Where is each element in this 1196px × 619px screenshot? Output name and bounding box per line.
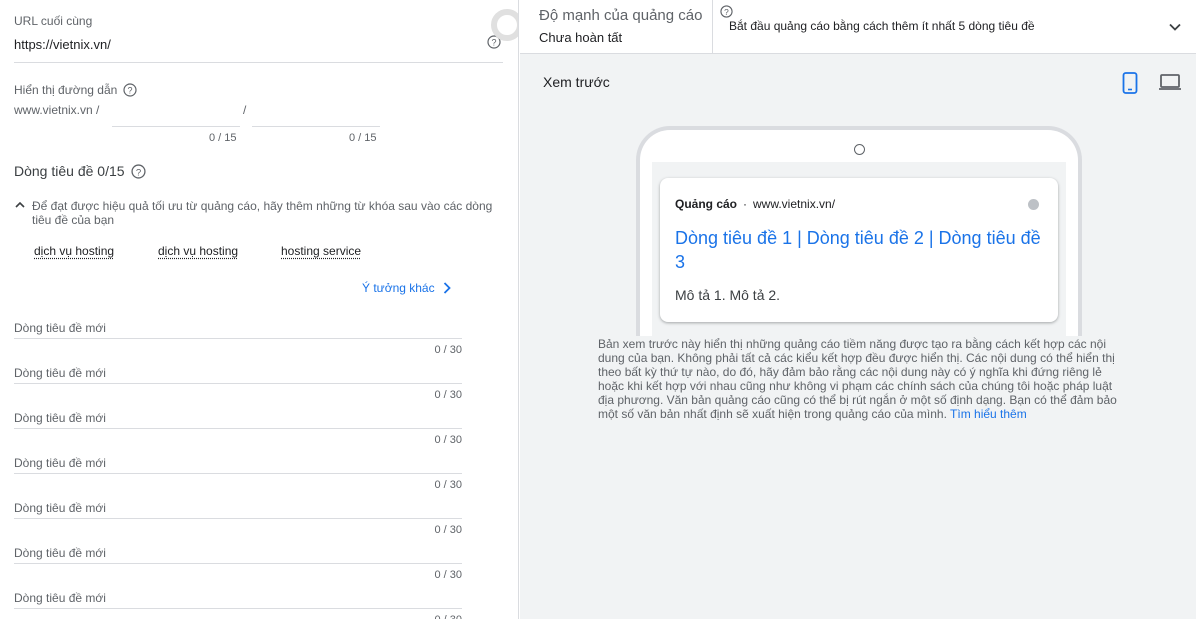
headline-char-count: 0 / 30 (434, 524, 462, 536)
keyword-suggestion[interactable]: dịch vụ hosting (34, 244, 114, 258)
keyword-tip: Để đạt được hiệu quả tối ưu từ quảng cáo… (14, 199, 494, 227)
headline-field: 0 / 30 (14, 542, 462, 587)
headline-input[interactable] (14, 317, 462, 339)
divider (712, 0, 713, 54)
path1-input[interactable] (112, 126, 240, 127)
disclaimer-text: Bản xem trước này hiển thị những quảng c… (598, 337, 1117, 421)
display-path-label: Hiển thị đường dẫn ? (14, 83, 137, 97)
path2-input[interactable] (252, 126, 380, 127)
headline-char-count: 0 / 30 (434, 479, 462, 491)
chevron-right-icon (443, 282, 451, 294)
svg-text:?: ? (491, 38, 496, 48)
ad-description: Mô tả 1. Mô tả 2. (675, 287, 781, 303)
info-dot-icon (1028, 199, 1039, 210)
headline-field: 0 / 30 (14, 362, 462, 407)
headline-char-count: 0 / 30 (434, 569, 462, 581)
preview-disclaimer: Bản xem trước này hiển thị những quảng c… (598, 337, 1118, 421)
headline-char-count: 0 / 30 (434, 344, 462, 356)
headline-field: 0 / 30 (14, 317, 462, 362)
loading-spinner (491, 9, 518, 41)
headline-char-count: 0 / 30 (434, 389, 462, 401)
headline-char-count: 0 / 30 (434, 434, 462, 446)
help-icon[interactable]: ? (123, 83, 137, 97)
ad-preview-card: Quảng cáo · www.vietnix.vn/ Dòng tiêu đề… (660, 178, 1058, 322)
chevron-down-icon[interactable] (1165, 17, 1185, 42)
mobile-icon[interactable] (1122, 72, 1138, 99)
display-path-separator: / (243, 103, 247, 117)
final-url-underline (14, 62, 503, 63)
ad-strength-bar: Độ mạnh của quảng cáo Chưa hoàn tất ? Bắ… (520, 0, 1196, 54)
headline-input[interactable] (14, 542, 462, 564)
more-ideas-link[interactable]: Ý tưởng khác (362, 281, 451, 295)
display-path-base: www.vietnix.vn / (14, 103, 100, 117)
svg-text:?: ? (135, 167, 140, 178)
path2-char-count: 0 / 15 (349, 132, 377, 144)
laptop-icon[interactable] (1158, 72, 1182, 97)
final-url-label: URL cuối cùng (14, 14, 93, 28)
svg-text:?: ? (724, 7, 729, 17)
ad-headline: Dòng tiêu đề 1 | Dòng tiêu đề 2 | Dòng t… (675, 228, 1041, 272)
display-path-label-text: Hiển thị đường dẫn (14, 83, 118, 97)
headline-field: 0 / 30 (14, 452, 462, 497)
ad-badge: Quảng cáo (675, 197, 738, 211)
headline-input[interactable] (14, 407, 462, 429)
headline-input[interactable] (14, 452, 462, 474)
preview-title: Xem trước (543, 74, 610, 90)
svg-text:?: ? (128, 86, 133, 96)
learn-more-link[interactable]: Tìm hiểu thêm (950, 407, 1027, 421)
ad-strength-status: Chưa hoàn tất (539, 30, 623, 45)
headline-input[interactable] (14, 587, 462, 609)
phone-screen: Quảng cáo · www.vietnix.vn/ Dòng tiêu đề… (652, 162, 1066, 336)
ad-editor-panel: URL cuối cùng https://vietnix.vn/ ? Hiển… (0, 0, 519, 619)
phone-frame: Quảng cáo · www.vietnix.vn/ Dòng tiêu đề… (636, 126, 1082, 336)
ad-strength-message: Bắt đầu quảng cáo bằng cách thêm ít nhất… (729, 19, 1035, 33)
chevron-up-icon[interactable] (14, 199, 26, 227)
headlines-title-text: Dòng tiêu đề 0/15 (14, 163, 125, 179)
final-url-input[interactable]: https://vietnix.vn/ (14, 37, 111, 52)
help-icon[interactable]: ? (130, 163, 146, 179)
path1-char-count: 0 / 15 (209, 132, 237, 144)
headline-field: 0 / 30 (14, 497, 462, 542)
headline-input[interactable] (14, 362, 462, 384)
ad-meta: Quảng cáo · www.vietnix.vn/ (675, 197, 835, 211)
keyword-suggestion[interactable]: hosting service (281, 244, 361, 258)
headline-char-count: 0 / 30 (434, 614, 462, 619)
ad-display-url: www.vietnix.vn/ (753, 197, 836, 211)
preview-panel: Độ mạnh của quảng cáo Chưa hoàn tất ? Bắ… (520, 0, 1196, 619)
headlines-section-title: Dòng tiêu đề 0/15 ? (14, 163, 146, 179)
headline-field: 0 / 30 (14, 587, 462, 619)
keyword-tip-text: Để đạt được hiệu quả tối ưu từ quảng cáo… (32, 199, 493, 227)
headline-input[interactable] (14, 497, 462, 519)
headline-field: 0 / 30 (14, 407, 462, 452)
ad-bullet: · (743, 197, 748, 211)
phone-camera (854, 144, 865, 155)
ad-strength-title: Độ mạnh của quảng cáo (539, 7, 703, 24)
more-ideas-label: Ý tưởng khác (362, 281, 435, 295)
keyword-suggestion[interactable]: dịch vụ hosting (158, 244, 238, 258)
